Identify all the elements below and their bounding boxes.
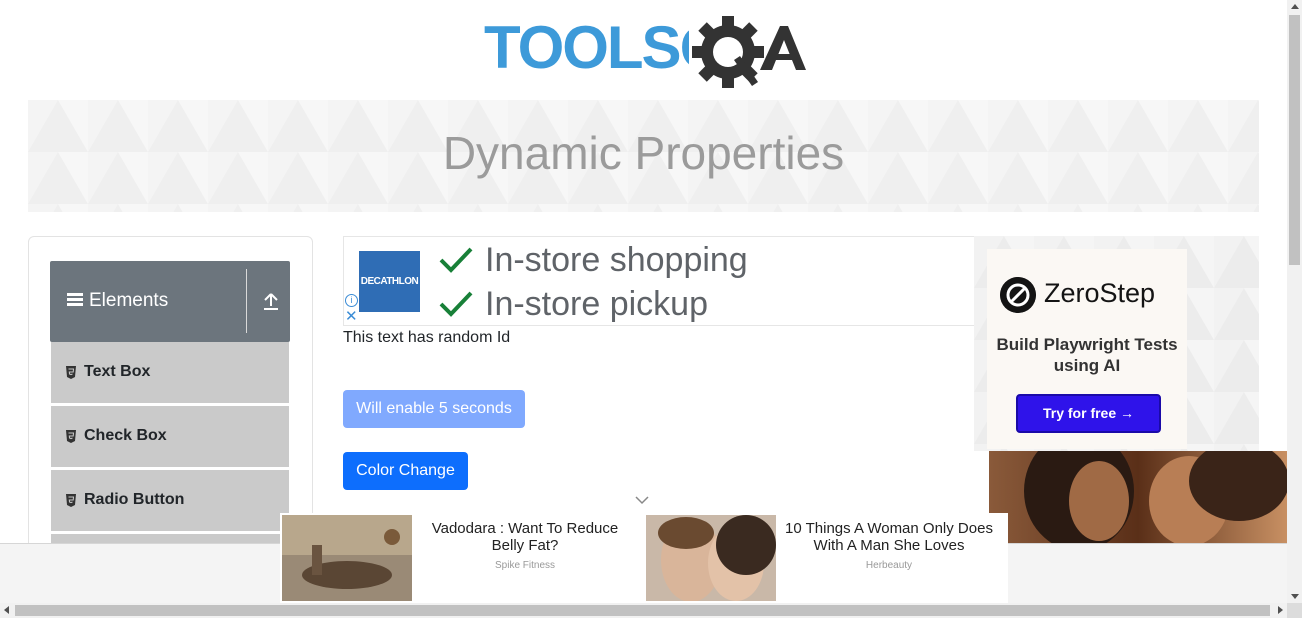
chevron-down-icon[interactable] <box>635 495 649 505</box>
logo-graphic: TOOLSQA <box>484 14 809 92</box>
html5-icon <box>66 430 76 443</box>
sidebar-item-label: Text Box <box>84 363 151 380</box>
gear-icon <box>692 16 764 88</box>
hamburger-icon <box>67 293 83 307</box>
zerostep-tagline: Build Playwright Tests using AI <box>996 335 1178 375</box>
checkmark-icon <box>439 291 473 317</box>
page-title: Dynamic Properties <box>442 127 845 179</box>
horizontal-scrollbar[interactable] <box>0 603 1287 618</box>
story-headline: Vadodara : Want To Reduce Belly Fat? <box>431 520 619 554</box>
scroll-left-arrow-icon[interactable] <box>4 606 9 614</box>
collapse-up-icon[interactable] <box>262 291 280 311</box>
checkmark-icon <box>439 247 473 273</box>
ad-banner-top[interactable]: DECATHLON In-store shopping In-store pic… <box>343 236 974 326</box>
sidebar-group-label: Elements <box>89 290 169 311</box>
decathlon-logo: DECATHLON <box>359 251 420 312</box>
ad-photo-couple[interactable] <box>989 451 1287 543</box>
ad-info-icon[interactable]: i <box>345 294 358 307</box>
ad-close-icon[interactable]: ✕ <box>345 309 358 324</box>
vertical-scrollbar[interactable] <box>1287 0 1302 603</box>
couple-photo <box>989 451 1287 543</box>
color-change-button[interactable]: Color Change <box>343 452 468 490</box>
enable-after-button[interactable]: Will enable 5 seconds <box>343 390 525 428</box>
story-source: Spike Fitness <box>494 560 556 571</box>
html5-icon <box>66 494 76 507</box>
group-header-divider <box>246 269 247 333</box>
ad-zerostep[interactable]: ZeroStep Build Playwright Tests using AI… <box>974 236 1259 451</box>
story-thumbnail <box>282 515 412 601</box>
sidebar-item-check-box[interactable]: Check Box <box>51 406 289 468</box>
scroll-up-arrow-icon[interactable] <box>1291 4 1299 9</box>
page-banner: Dynamic Properties <box>28 100 1259 212</box>
sidebar-group-elements[interactable]: Elements <box>50 261 290 342</box>
scroll-down-arrow-icon[interactable] <box>1291 594 1299 599</box>
sidebar-item-label: Check Box <box>84 427 167 444</box>
sidebar-item-text-box[interactable]: Text Box <box>51 342 289 404</box>
story-thumbnail <box>646 515 776 601</box>
sticky-ad-content: Vadodara : Want To Reduce Belly Fat? Spi… <box>280 496 1008 603</box>
scroll-right-arrow-icon[interactable] <box>1278 606 1283 614</box>
random-id-text: This text has random Id <box>343 329 511 346</box>
try-for-free-button[interactable]: Try for free → <box>1016 394 1161 433</box>
story-source: Herbeauty <box>865 560 913 571</box>
ad-line-shopping: In-store shopping <box>485 241 748 279</box>
sidebar-item-label: Radio Button <box>84 491 185 508</box>
ad-story-1[interactable]: Vadodara : Want To Reduce Belly Fat? Spi… <box>282 515 642 601</box>
story-headline: 10 Things A Woman Only Does With A Man S… <box>785 520 993 554</box>
ad-story-2[interactable]: 10 Things A Woman Only Does With A Man S… <box>646 515 1006 601</box>
vertical-scroll-thumb[interactable] <box>1289 15 1300 265</box>
zerostep-brand: ZeroStep <box>1044 278 1156 308</box>
horizontal-scroll-thumb[interactable] <box>15 605 1270 616</box>
sidebar-item-radio-button[interactable]: Radio Button <box>51 470 289 532</box>
sidebar: Elements Text Box Check Box Radio Button <box>28 236 313 556</box>
html5-icon <box>66 366 76 379</box>
scrollbar-corner <box>1287 603 1302 618</box>
toolsqa-logo[interactable]: TOOLSQA <box>484 14 809 92</box>
zerostep-logo-icon <box>1000 277 1036 313</box>
ad-line-pickup: In-store pickup <box>485 285 708 323</box>
